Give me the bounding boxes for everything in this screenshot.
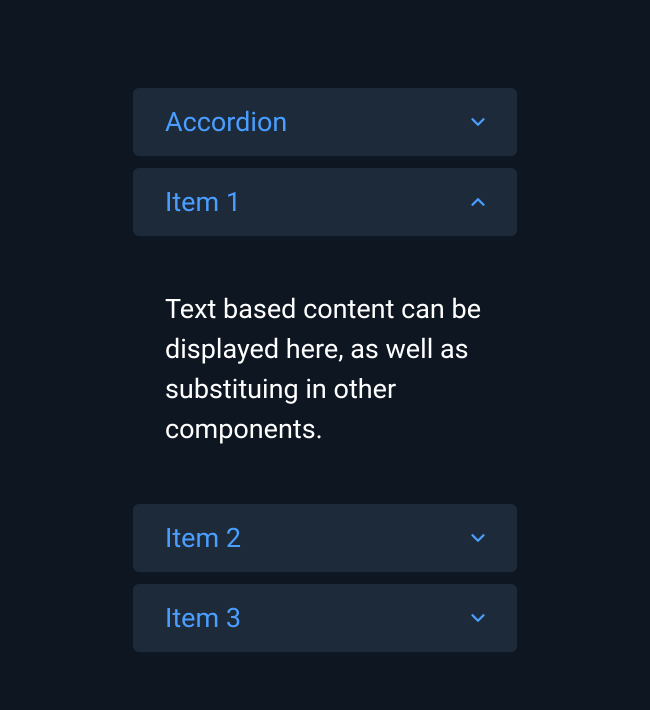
accordion-header-accordion[interactable]: Accordion [133, 88, 517, 156]
chevron-down-icon [467, 527, 489, 549]
accordion-label: Item 3 [165, 602, 241, 634]
accordion-header-item-2[interactable]: Item 2 [133, 504, 517, 572]
chevron-down-icon [467, 111, 489, 133]
accordion-label: Item 2 [165, 522, 241, 554]
accordion-container: Accordion Item 1 Text based content can … [133, 88, 517, 710]
accordion-content-item-1: Text based content can be displayed here… [133, 248, 517, 492]
chevron-up-icon [467, 191, 489, 213]
accordion-label: Item 1 [165, 186, 241, 218]
chevron-down-icon [467, 607, 489, 629]
accordion-header-item-1[interactable]: Item 1 [133, 168, 517, 236]
accordion-label: Accordion [165, 106, 287, 138]
accordion-header-item-3[interactable]: Item 3 [133, 584, 517, 652]
